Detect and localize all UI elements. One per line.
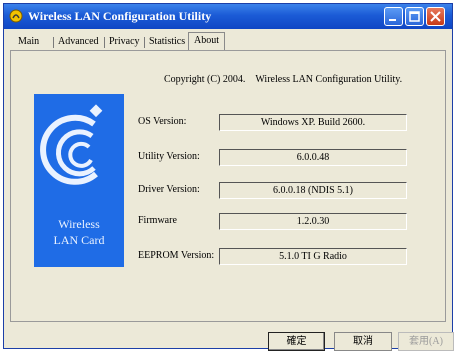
card-label-line2: LAN Card: [53, 233, 105, 247]
apply-button[interactable]: 套用(A): [398, 332, 454, 351]
driver-version-label: Driver Version:: [138, 184, 200, 195]
tab-main[interactable]: Main: [18, 36, 39, 47]
firmware-label: Firmware: [138, 215, 177, 226]
utility-version-label: Utility Version:: [138, 151, 200, 162]
tab-separator: [144, 37, 145, 48]
utility-version-field: 6.0.0.48: [219, 149, 407, 166]
eeprom-version-field: 5.1.0 TI G Radio: [219, 248, 407, 265]
card-label-line1: Wireless: [58, 217, 100, 231]
copyright-notice: Copyright (C) 2004.: [164, 74, 246, 85]
tab-advanced[interactable]: Advanced: [58, 36, 99, 47]
tab-statistics[interactable]: Statistics: [149, 36, 185, 47]
tab-separator: [53, 37, 54, 48]
wireless-swirl-icon: [40, 104, 103, 185]
title-bar[interactable]: Wireless LAN Configuration Utility: [4, 4, 452, 29]
maximize-button[interactable]: [405, 7, 424, 26]
wireless-app-icon: [9, 9, 23, 23]
app-window: Wireless LAN Configuration Utility Main …: [3, 3, 454, 351]
minimize-icon: [389, 19, 396, 21]
os-version-field: Windows XP. Build 2600.: [219, 114, 407, 131]
wireless-lan-card-logo: Wireless LAN Card: [34, 94, 124, 267]
driver-version-field: 6.0.0.18 (NDIS 5.1): [219, 182, 407, 199]
tab-separator: [104, 37, 105, 48]
card-label: Wireless LAN Card: [34, 216, 124, 248]
cancel-button[interactable]: 取消: [334, 332, 392, 351]
tab-about[interactable]: About: [188, 32, 225, 50]
firmware-field: 1.2.0.30: [219, 213, 407, 230]
tab-privacy[interactable]: Privacy: [109, 36, 140, 47]
copyright-text: Copyright (C) 2004. Wireless LAN Configur…: [164, 74, 402, 85]
close-button[interactable]: [426, 7, 445, 26]
window-title: Wireless LAN Configuration Utility: [28, 9, 212, 23]
minimize-button[interactable]: [384, 7, 403, 26]
eeprom-version-label: EEPROM Version:: [138, 250, 215, 261]
product-name: Wireless LAN Configuration Utility.: [255, 74, 403, 85]
ok-button[interactable]: 確定: [268, 332, 325, 351]
maximize-icon: [409, 11, 420, 22]
close-icon: [430, 11, 441, 22]
os-version-label: OS Version:: [138, 116, 187, 127]
